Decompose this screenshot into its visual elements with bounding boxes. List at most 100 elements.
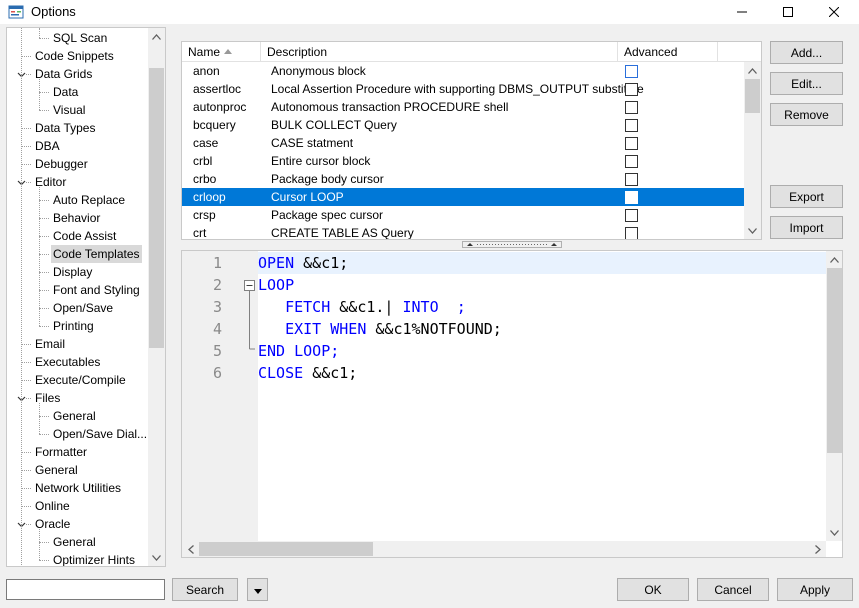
tree-item[interactable]: Behavior <box>7 209 147 227</box>
advanced-checkbox[interactable] <box>625 119 638 132</box>
tree-item[interactable]: Oracle <box>7 515 147 533</box>
cancel-button[interactable]: Cancel <box>697 578 769 601</box>
tree-item[interactable]: Printing <box>7 317 147 335</box>
search-input[interactable] <box>6 579 165 600</box>
tree-item[interactable]: Debugger <box>7 155 147 173</box>
code-line[interactable]: END LOOP; <box>258 340 339 362</box>
templates-table[interactable]: Name Description Advanced anon Anonymous … <box>181 41 762 240</box>
code-line[interactable]: OPEN &&c1; <box>258 252 348 274</box>
apply-button[interactable]: Apply <box>777 578 853 601</box>
tree-item[interactable]: Editor <box>7 173 147 191</box>
tree-item[interactable]: Data <box>7 83 147 101</box>
editor-vertical-scrollbar[interactable] <box>826 251 842 541</box>
tree-item[interactable]: DBA <box>7 137 147 155</box>
tree-item-label: Code Assist <box>53 229 117 243</box>
table-row[interactable]: crbo Package body cursor <box>182 170 744 188</box>
tree-item-label: Code Templates <box>51 245 142 263</box>
tree-item[interactable]: Online <box>7 497 147 515</box>
tree-item[interactable]: SQL Scan <box>7 29 147 47</box>
tree-item[interactable]: Visual <box>7 101 147 119</box>
advanced-checkbox[interactable] <box>625 83 638 96</box>
editor-scroll-thumb[interactable] <box>827 268 842 453</box>
tree-item[interactable]: Data Types <box>7 119 147 137</box>
tree-scrollbar[interactable] <box>148 28 165 566</box>
table-scroll-thumb[interactable] <box>745 79 760 113</box>
table-row[interactable]: anon Anonymous block <box>182 62 744 80</box>
category-tree[interactable]: Optimizer Hints General Oracle Online Networ… <box>6 27 166 567</box>
tree-item[interactable]: General <box>7 461 147 479</box>
advanced-checkbox[interactable] <box>625 191 638 204</box>
tree-scroll-thumb[interactable] <box>149 68 164 348</box>
table-row[interactable]: autonproc Autonomous transaction PROCEDUR… <box>182 98 744 116</box>
advanced-checkbox[interactable] <box>625 101 638 114</box>
tree-item[interactable]: Display <box>7 263 147 281</box>
advanced-checkbox[interactable] <box>625 137 638 150</box>
ok-button[interactable]: OK <box>617 578 689 601</box>
tree-item[interactable]: Font and Styling <box>7 281 147 299</box>
advanced-checkbox[interactable] <box>625 227 638 239</box>
remove-button[interactable]: Remove <box>770 103 843 126</box>
code-line[interactable]: FETCH &&c1.| INTO ; <box>258 296 466 318</box>
table-row[interactable]: case CASE statment <box>182 134 744 152</box>
search-button[interactable]: Search <box>172 578 238 601</box>
advanced-checkbox[interactable] <box>625 173 638 186</box>
table-row[interactable]: crbl Entire cursor block <box>182 152 744 170</box>
close-button[interactable] <box>811 0 857 24</box>
tree-scroll-up[interactable] <box>148 28 165 45</box>
panel-splitter[interactable] <box>462 241 562 248</box>
column-header-advanced[interactable]: Advanced <box>618 42 718 62</box>
advanced-checkbox[interactable] <box>625 65 638 78</box>
column-header-description[interactable]: Description <box>261 42 618 62</box>
code-line[interactable]: EXIT WHEN &&c1%NOTFOUND; <box>258 318 502 340</box>
tree-item[interactable]: Open/Save <box>7 299 147 317</box>
tree-item[interactable]: Network Utilities <box>7 479 147 497</box>
tree-scroll-down[interactable] <box>148 549 165 566</box>
search-options-dropdown[interactable] <box>247 578 268 601</box>
editor-scroll-left[interactable] <box>182 541 199 557</box>
template-code-editor[interactable]: 1 OPEN &&c1; 2 LOOP 3 FETCH &&c1.| INTO ; 4 E… <box>181 250 843 558</box>
editor-hscroll-thumb[interactable] <box>199 542 373 556</box>
tree-item[interactable]: Email <box>7 335 147 353</box>
tree-item-label: Data Grids <box>35 67 93 81</box>
table-scroll-down[interactable] <box>744 222 761 239</box>
tree-item-label: Visual <box>53 103 86 117</box>
code-line[interactable]: LOOP <box>258 274 294 296</box>
edit-button[interactable]: Edit... <box>770 72 843 95</box>
tree-item[interactable]: General <box>7 407 147 425</box>
tree-item[interactable]: Optimizer Hints <box>7 551 147 566</box>
table-row[interactable]: assertloc Local Assertion Procedure with … <box>182 80 744 98</box>
editor-scroll-up[interactable] <box>826 251 842 268</box>
chevron-left-icon <box>187 544 194 554</box>
table-row[interactable]: crt CREATE TABLE AS Query <box>182 224 744 239</box>
add-button[interactable]: Add... <box>770 41 843 64</box>
tree-item[interactable]: Auto Replace <box>7 191 147 209</box>
tree-item[interactable]: General <box>7 533 147 551</box>
tree-item[interactable]: Code Templates <box>7 245 147 263</box>
fold-collapse-icon[interactable] <box>244 280 255 291</box>
tree-item[interactable]: Code Assist <box>7 227 147 245</box>
code-line[interactable]: CLOSE &&c1; <box>258 362 357 384</box>
tree-item[interactable]: Data Grids <box>7 65 147 83</box>
table-row[interactable]: crsp Package spec cursor <box>182 206 744 224</box>
table-row[interactable]: bcquery BULK COLLECT Query <box>182 116 744 134</box>
table-scroll-up[interactable] <box>744 62 761 79</box>
editor-horizontal-scrollbar[interactable] <box>182 541 826 557</box>
tree-item[interactable]: Code Snippets <box>7 47 147 65</box>
editor-scroll-right[interactable] <box>809 541 826 557</box>
table-row[interactable]: crloop Cursor LOOP <box>182 188 744 206</box>
column-header-name[interactable]: Name <box>182 42 261 62</box>
advanced-checkbox[interactable] <box>625 209 638 222</box>
editor-scroll-down[interactable] <box>826 524 842 541</box>
export-button[interactable]: Export <box>770 185 843 208</box>
tree-item[interactable]: Executables <box>7 353 147 371</box>
maximize-button[interactable] <box>765 0 811 24</box>
tree-item[interactable]: Files <box>7 389 147 407</box>
tree-item[interactable]: Open/Save Dial... <box>7 425 147 443</box>
import-button[interactable]: Import <box>770 216 843 239</box>
advanced-checkbox[interactable] <box>625 155 638 168</box>
table-scrollbar[interactable] <box>744 62 761 239</box>
tree-item[interactable]: Formatter <box>7 443 147 461</box>
minimize-button[interactable] <box>719 0 765 24</box>
tree-item[interactable]: Execute/Compile <box>7 371 147 389</box>
